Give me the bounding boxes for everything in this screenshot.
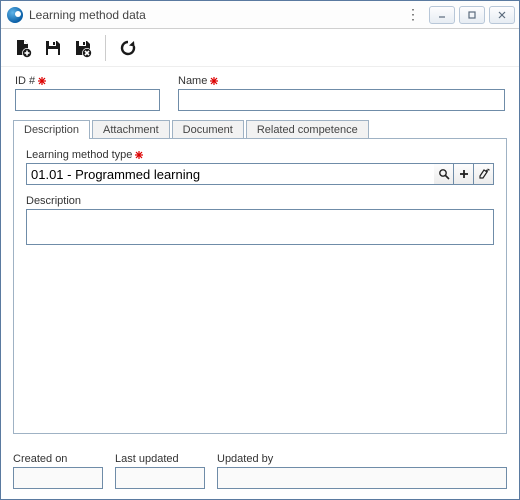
close-button[interactable] <box>489 6 515 24</box>
required-icon <box>37 76 47 86</box>
app-icon <box>7 7 23 23</box>
footer: Created on Last updated Updated by <box>13 453 507 489</box>
description-textarea[interactable] <box>26 209 494 245</box>
created-on-label: Created on <box>13 453 103 465</box>
maximize-button[interactable] <box>459 6 485 24</box>
required-icon <box>134 150 144 160</box>
toolbar-separator <box>105 35 106 61</box>
toolbar <box>1 29 519 67</box>
created-on-field <box>13 467 103 489</box>
name-label: Name <box>178 75 505 87</box>
tab-panel-description: Learning method type Description <box>13 138 507 434</box>
tab-bar: Description Attachment Document Related … <box>13 119 507 138</box>
updated-by-label: Updated by <box>217 453 507 465</box>
learning-method-type-label: Learning method type <box>26 149 494 161</box>
name-input[interactable] <box>178 89 505 111</box>
add-icon[interactable] <box>454 163 474 185</box>
kebab-menu-icon[interactable]: ⋮ <box>401 6 425 23</box>
tab-description[interactable]: Description <box>13 120 90 139</box>
clear-icon[interactable] <box>474 163 494 185</box>
tab-document[interactable]: Document <box>172 120 244 139</box>
last-updated-label: Last updated <box>115 453 205 465</box>
title-bar: Learning method data ⋮ <box>1 1 519 29</box>
last-updated-field <box>115 467 205 489</box>
tab-related-competence[interactable]: Related competence <box>246 120 369 139</box>
tab-attachment[interactable]: Attachment <box>92 120 170 139</box>
save-button[interactable] <box>39 34 67 62</box>
refresh-button[interactable] <box>114 34 142 62</box>
id-label: ID # <box>15 75 160 87</box>
new-record-button[interactable] <box>9 34 37 62</box>
search-icon[interactable] <box>434 163 454 185</box>
window-title: Learning method data <box>29 8 401 22</box>
required-icon <box>209 76 219 86</box>
minimize-button[interactable] <box>429 6 455 24</box>
updated-by-field <box>217 467 507 489</box>
learning-method-type-input[interactable] <box>26 163 434 185</box>
description-label: Description <box>26 195 494 207</box>
id-input[interactable] <box>15 89 160 111</box>
delete-button[interactable] <box>69 34 97 62</box>
